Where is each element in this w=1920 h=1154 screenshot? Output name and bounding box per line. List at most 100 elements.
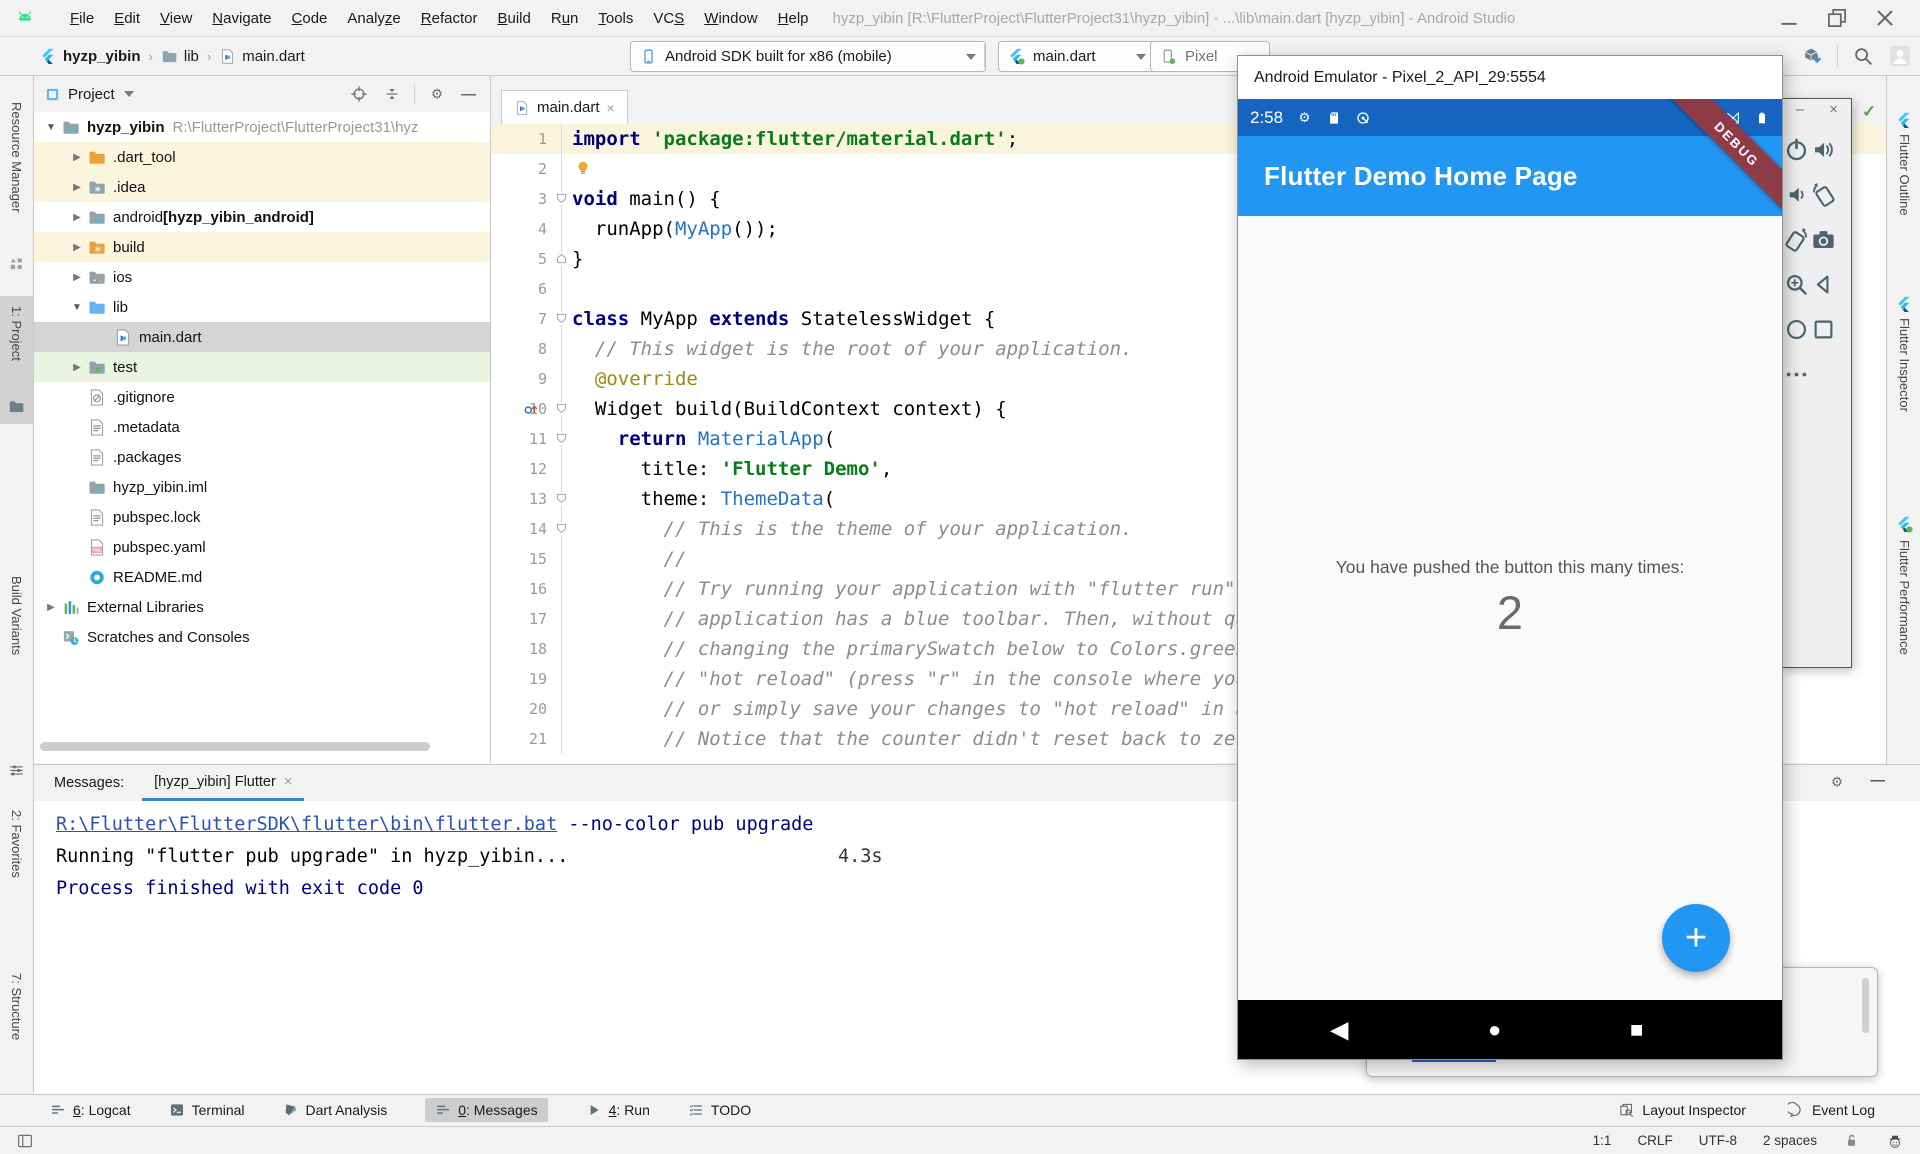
chevron-down-icon[interactable] [124,91,134,97]
emulator-nav-back-button[interactable] [1810,271,1837,298]
menu-item-code[interactable]: Code [282,10,338,27]
menu-item-build[interactable]: Build [487,10,540,27]
stripe-project[interactable]: 1: Project [9,306,24,361]
tool-window-toggle-icon[interactable] [16,1132,34,1150]
chevron-right-icon[interactable]: ▶ [67,212,87,223]
resource-manager-icon[interactable] [8,256,25,273]
chevron-right-icon[interactable]: ▶ [67,362,87,373]
tree-row[interactable]: ▶.dart_tool [34,142,490,172]
menu-item-tools[interactable]: Tools [588,10,643,27]
tree-row[interactable]: ▶External Libraries [34,592,490,622]
hide-panel-button[interactable]: — [461,86,476,103]
fold-marker-icon[interactable] [555,312,568,325]
toolwindow-tab-event-log[interactable]: Event Log [1788,1102,1875,1119]
toolwindow-tab-0-messages[interactable]: 0: Messages [425,1098,547,1122]
toolwindow-tab-terminal[interactable]: Terminal [169,1098,245,1122]
build-variants-icon[interactable] [8,762,25,779]
chevron-right-icon[interactable]: ▶ [67,242,87,253]
gear-icon[interactable]: ⚙ [1828,773,1846,791]
flutter-icon[interactable] [1896,112,1913,129]
emulator-nav-home-button[interactable] [1783,316,1810,343]
lock-icon[interactable] [1843,1132,1860,1149]
locate-file-icon[interactable] [350,85,368,103]
horizontal-scrollbar[interactable] [40,742,430,751]
stripe-flutter-performance[interactable]: Flutter Performance [1897,540,1912,655]
menu-item-edit[interactable]: Edit [104,10,150,27]
scrollbar[interactable] [1862,978,1869,1033]
window-minimize-button[interactable] [1776,5,1802,31]
breadcrumb-dir[interactable]: lib [184,48,199,65]
tree-row[interactable]: README.md [34,562,490,592]
menu-item-help[interactable]: Help [768,10,819,27]
fold-marker-icon[interactable] [555,402,568,415]
collapse-all-icon[interactable] [383,85,401,103]
gradle-user-icon[interactable] [1886,1132,1904,1150]
nav-overview-button[interactable]: ■ [1630,1017,1643,1043]
emulator-rotate-left-button[interactable] [1810,181,1837,208]
line-separator[interactable]: CRLF [1637,1133,1672,1148]
breadcrumb-project[interactable]: hyzp_yibin [63,48,141,65]
chevron-right-icon[interactable]: ▶ [41,602,61,613]
indent-setting[interactable]: 2 spaces [1763,1133,1817,1148]
window-close-button[interactable] [1872,5,1898,31]
emulator-title-bar[interactable]: Android Emulator - Pixel_2_API_29:5554 [1238,56,1782,99]
fold-marker-icon[interactable] [555,522,568,535]
menu-item-navigate[interactable]: Navigate [202,10,281,27]
chevron-right-icon[interactable]: ▶ [67,182,87,193]
close-icon[interactable]: × [607,100,615,116]
tree-row[interactable]: ▶build [34,232,490,262]
file-encoding[interactable]: UTF-8 [1699,1133,1737,1148]
toolwindow-tab-layout-inspector[interactable]: Layout Inspector [1618,1102,1746,1119]
profile-avatar[interactable] [1888,44,1912,68]
window-restore-button[interactable] [1824,5,1850,31]
tree-row[interactable]: ▶android [hyzp_yibin_android] [34,202,490,232]
menu-item-analyze[interactable]: Analyze [337,10,410,27]
close-icon[interactable]: × [284,774,292,790]
toolwindow-tab-todo[interactable]: TODO [688,1098,751,1122]
toolwindow-tab-6-logcat[interactable]: 6: Logcat [50,1098,131,1122]
toolwindow-tab-dart-analysis[interactable]: Dart Analysis [283,1098,388,1122]
tree-row[interactable]: .metadata [34,412,490,442]
tree-row[interactable]: .packages [34,442,490,472]
flutter-icon[interactable] [1896,296,1913,313]
menu-item-vcs[interactable]: VCS [643,10,694,27]
editor-tab-main-dart[interactable]: main.dart × [501,90,628,124]
emulator-rotate-right-button[interactable] [1783,226,1810,253]
tree-row[interactable]: Scratches and Consoles [34,622,490,652]
run-config-dropdown[interactable]: main.dart [998,41,1156,72]
hide-panel-button[interactable]: — [1871,773,1886,789]
tree-row[interactable]: YMLpubspec.yaml [34,532,490,562]
emulator-power-button[interactable] [1783,136,1810,163]
menu-item-run[interactable]: Run [541,10,589,27]
tree-row[interactable]: ▶.idea [34,172,490,202]
emulator-vol-up-button[interactable] [1810,136,1837,163]
override-indicator-icon[interactable] [523,401,539,417]
emulator-minimize-button[interactable]: – [1796,101,1804,118]
nav-back-button[interactable]: ◀ [1330,1015,1348,1044]
fab-increment-button[interactable]: + [1662,904,1730,972]
fold-marker-icon[interactable] [555,252,568,265]
menu-item-file[interactable]: File [60,10,104,27]
project-panel-title[interactable]: Project [68,86,115,103]
chevron-right-icon[interactable]: ▶ [67,152,87,163]
fold-marker-icon[interactable] [555,492,568,505]
emulator-close-button[interactable]: × [1829,101,1838,118]
search-icon[interactable] [1852,45,1874,67]
stripe-flutter-inspector[interactable]: Flutter Inspector [1897,318,1912,412]
flutter-performance-icon[interactable] [1896,516,1913,533]
stripe-build-variants[interactable]: Build Variants [9,576,24,655]
stripe-resource-manager[interactable]: Resource Manager [9,102,24,213]
console-link[interactable]: R:\Flutter\FlutterSDK\flutter\bin\flutte… [56,814,557,835]
emulator-vol-down-button[interactable] [1783,181,1810,208]
menu-item-view[interactable]: View [150,10,202,27]
emulator-camera-button[interactable] [1810,226,1837,253]
menu-item-window[interactable]: Window [694,10,767,27]
chevron-right-icon[interactable]: ▶ [67,272,87,283]
tree-row[interactable]: ▶test [34,352,490,382]
chevron-down-icon[interactable]: ▼ [67,302,87,313]
chevron-down-icon[interactable]: ▼ [41,122,61,133]
tree-row[interactable]: ▼lib [34,292,490,322]
stripe-structure[interactable]: 7: Structure [9,973,24,1040]
stripe-favorites[interactable]: 2: Favorites [9,810,24,878]
tree-row[interactable]: pubspec.lock [34,502,490,532]
